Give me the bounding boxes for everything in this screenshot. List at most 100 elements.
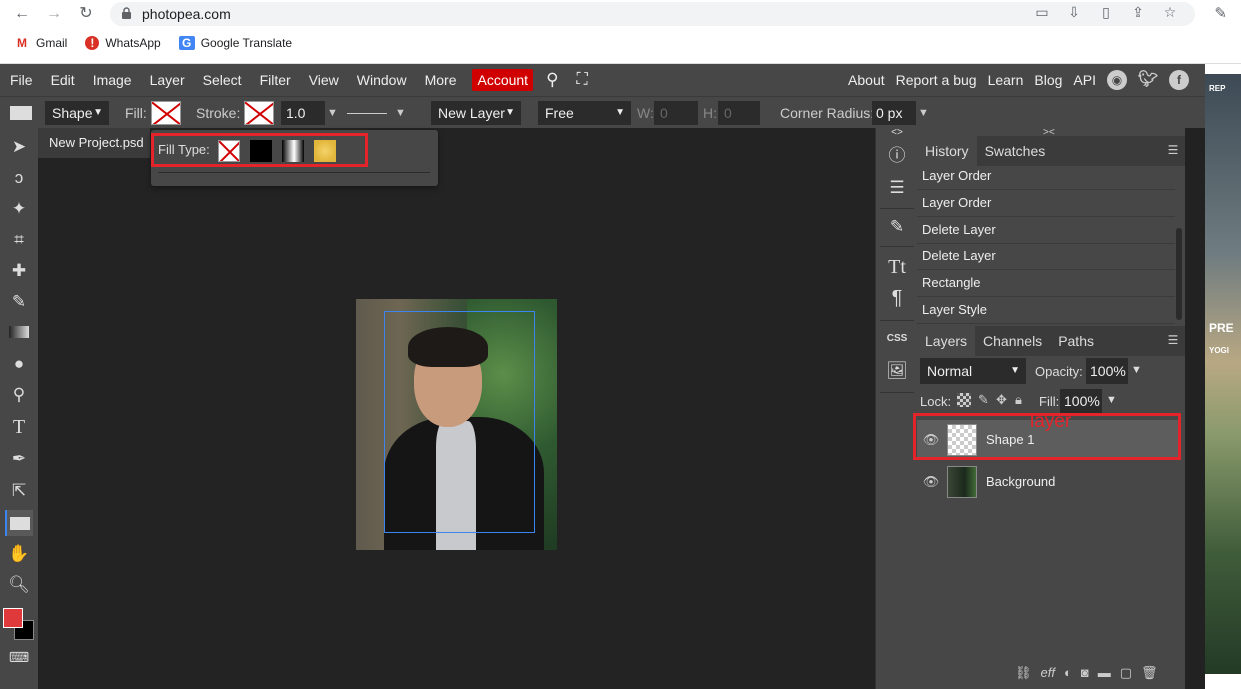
stroke-width-dropdown-icon[interactable]: ▼ bbox=[327, 97, 338, 129]
lasso-tool-icon[interactable]: ↄ bbox=[5, 165, 33, 191]
history-item[interactable]: Layer Order bbox=[917, 190, 1175, 217]
menu-api[interactable]: API bbox=[1073, 72, 1096, 88]
tab-paths[interactable]: Paths bbox=[1050, 326, 1102, 356]
share-icon[interactable]: ⇪ bbox=[1129, 4, 1147, 21]
history-scrollbar[interactable] bbox=[1176, 228, 1182, 320]
back-icon[interactable]: ← bbox=[12, 4, 32, 24]
history-menu-icon[interactable]: ☰ bbox=[1165, 142, 1181, 158]
blur-tool-icon[interactable]: ● bbox=[5, 351, 33, 377]
account-button[interactable]: Account bbox=[472, 69, 534, 91]
advertisement[interactable]: REP PRE YOGI bbox=[1205, 64, 1241, 689]
search-icon[interactable]: ⚲ bbox=[546, 70, 567, 90]
stroke-width-field[interactable]: 1.0 px bbox=[281, 101, 325, 143]
tab-channels[interactable]: Channels bbox=[975, 326, 1050, 356]
collapse-icon[interactable]: <> bbox=[884, 126, 910, 140]
document-tab[interactable]: New Project.psd bbox=[38, 128, 150, 158]
layer-effects-icon[interactable]: eff bbox=[1041, 665, 1055, 681]
height-input[interactable]: 0 bbox=[718, 101, 760, 125]
hand-tool-icon[interactable]: ✋ bbox=[5, 541, 33, 567]
forward-icon[interactable]: → bbox=[44, 4, 64, 24]
tab-swatches[interactable]: Swatches bbox=[977, 136, 1054, 166]
menu-file[interactable]: File bbox=[10, 72, 42, 88]
menu-more[interactable]: More bbox=[425, 72, 466, 88]
tab-layers[interactable]: Layers bbox=[917, 326, 976, 356]
opacity-input[interactable]: 100% bbox=[1086, 358, 1128, 384]
type-tool-icon[interactable]: T bbox=[5, 414, 33, 440]
bookmark-gmail[interactable]: M Gmail bbox=[14, 36, 67, 50]
pen-tool-icon[interactable]: ✒ bbox=[5, 446, 33, 472]
blend-mode-select[interactable]: Normal ▼ bbox=[920, 358, 1026, 384]
healing-brush-icon[interactable]: ✚ bbox=[5, 258, 33, 284]
new-layer-icon[interactable]: ▢ bbox=[1120, 665, 1132, 681]
rectangle-tool-icon[interactable] bbox=[5, 510, 33, 536]
menu-filter[interactable]: Filter bbox=[260, 72, 300, 88]
page-icon[interactable]: ▯ bbox=[1097, 4, 1115, 21]
menu-image[interactable]: Image bbox=[93, 72, 141, 88]
bookmark-google-translate[interactable]: G Google Translate bbox=[178, 36, 292, 50]
brush-settings-icon[interactable]: ✎ bbox=[884, 214, 910, 240]
css-icon[interactable]: CSS bbox=[884, 326, 910, 352]
corner-radius-dropdown-icon[interactable]: ▼ bbox=[918, 97, 929, 129]
crop-tool-icon[interactable]: ⌗ bbox=[5, 227, 33, 253]
menu-layer[interactable]: Layer bbox=[150, 72, 194, 88]
lock-transparency-icon[interactable] bbox=[957, 393, 971, 407]
path-select-tool-icon[interactable]: ⇱ bbox=[5, 478, 33, 504]
image-icon[interactable]: 🖼︎ bbox=[884, 358, 910, 384]
layer-mode-select[interactable]: New Layer ▼ bbox=[431, 101, 521, 125]
opacity-dropdown-icon[interactable]: ▼ bbox=[1131, 364, 1142, 376]
rectangle-shape-outline[interactable] bbox=[384, 311, 535, 533]
shape-mode-select[interactable]: Shape ▼ bbox=[45, 101, 109, 125]
lock-position-icon[interactable]: ✥ bbox=[996, 392, 1007, 408]
menu-blog[interactable]: Blog bbox=[1034, 72, 1062, 88]
extension-icon[interactable]: ✎ bbox=[1214, 4, 1227, 22]
info-icon[interactable]: ⓘ bbox=[884, 143, 910, 169]
fill-swatch[interactable] bbox=[151, 97, 181, 129]
menu-edit[interactable]: Edit bbox=[51, 72, 84, 88]
reading-list-icon[interactable]: ▭ bbox=[1033, 4, 1051, 21]
history-item[interactable]: Rectangle bbox=[917, 270, 1175, 297]
history-item[interactable]: Layer Style bbox=[917, 297, 1175, 324]
adjustment-layer-icon[interactable]: ◐ bbox=[1064, 665, 1072, 681]
move-tool-icon[interactable]: ➤ bbox=[5, 134, 33, 160]
delete-layer-icon[interactable]: 🗑︎ bbox=[1141, 665, 1158, 681]
menu-report-bug[interactable]: Report a bug bbox=[896, 72, 977, 88]
fullscreen-icon[interactable]: ⛶ bbox=[577, 71, 597, 89]
layers-menu-icon[interactable]: ☰ bbox=[1165, 332, 1181, 348]
zoom-tool-icon[interactable]: 🔍︎ bbox=[5, 572, 33, 598]
paragraph-icon[interactable]: ¶ bbox=[884, 285, 910, 311]
lock-pixels-icon[interactable]: ✎ bbox=[978, 392, 989, 408]
character-icon[interactable]: Tt bbox=[884, 254, 910, 280]
gradient-tool-icon[interactable] bbox=[5, 320, 33, 346]
stroke-swatch[interactable] bbox=[244, 97, 274, 129]
tab-history[interactable]: History bbox=[917, 136, 977, 166]
reddit-icon[interactable]: ◉ bbox=[1107, 70, 1127, 90]
dodge-tool-icon[interactable]: ⚲ bbox=[5, 382, 33, 408]
keyboard-icon[interactable]: ⌨ bbox=[5, 644, 33, 670]
history-item[interactable]: Layer Order bbox=[917, 163, 1175, 190]
reload-icon[interactable]: ↻ bbox=[76, 4, 96, 24]
brush-tool-icon[interactable]: ✎ bbox=[5, 289, 33, 315]
menu-about[interactable]: About bbox=[848, 72, 885, 88]
corner-radius-input[interactable]: 0 px bbox=[872, 101, 916, 125]
lock-all-icon[interactable]: 🔒︎ bbox=[1015, 392, 1022, 408]
layer-row-background[interactable]: 👁︎ Background bbox=[917, 462, 1179, 502]
history-item[interactable]: Delete Layer bbox=[917, 243, 1175, 270]
adjustments-icon[interactable]: ☰ bbox=[884, 175, 910, 201]
new-group-icon[interactable]: ▬ bbox=[1098, 665, 1111, 681]
size-mode-select[interactable]: Free ▼ bbox=[538, 101, 631, 125]
menu-select[interactable]: Select bbox=[203, 72, 251, 88]
layer-fill-input[interactable]: 100% bbox=[1060, 389, 1102, 413]
twitter-icon[interactable]: 🐦︎ bbox=[1138, 70, 1158, 90]
facebook-icon[interactable]: f bbox=[1169, 70, 1189, 90]
width-input[interactable]: 0 bbox=[654, 101, 698, 125]
menu-window[interactable]: Window bbox=[357, 72, 416, 88]
stroke-style-select[interactable]: ▼ bbox=[347, 97, 406, 129]
history-item[interactable]: Delete Layer bbox=[917, 217, 1175, 244]
magic-wand-tool-icon[interactable]: ✦ bbox=[5, 196, 33, 222]
menu-learn[interactable]: Learn bbox=[988, 72, 1024, 88]
layer-fill-dropdown-icon[interactable]: ▼ bbox=[1106, 394, 1117, 406]
menu-view[interactable]: View bbox=[309, 72, 348, 88]
eye-icon[interactable]: 👁︎ bbox=[922, 474, 940, 490]
star-icon[interactable]: ☆ bbox=[1161, 4, 1179, 21]
foreground-color-swatch[interactable] bbox=[3, 608, 23, 628]
